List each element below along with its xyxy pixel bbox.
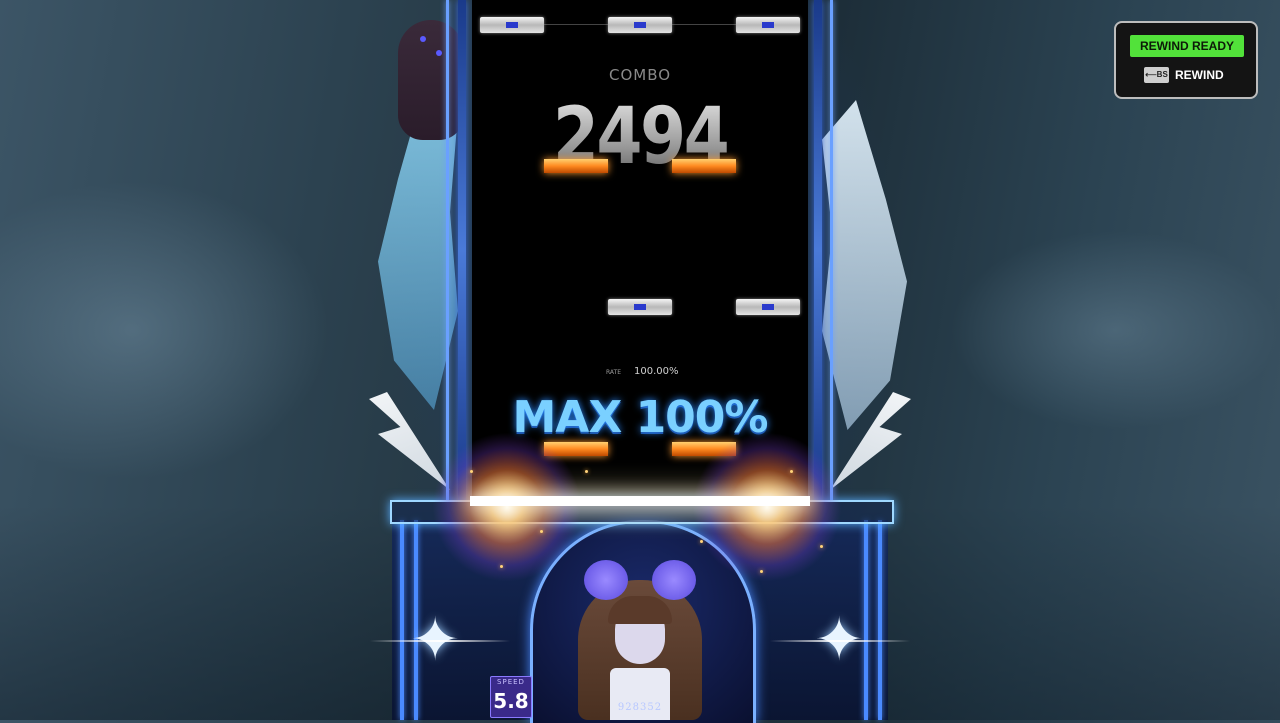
speed-label: SPEED [497,678,525,686]
snake-eye [436,50,442,56]
rate-label: RATE [606,369,622,376]
speed-value: 5.8 [493,689,529,713]
note [480,17,544,33]
deck-stripe [878,520,882,720]
spark [820,545,823,548]
judgement-text: MAX 100% [512,392,768,443]
flower-ornament [652,560,696,600]
rail-left [458,0,466,500]
note [608,17,672,33]
judge-marker [544,159,608,173]
flower-ornament [584,560,628,600]
spark [500,565,503,568]
rate-value: 100.00% [634,366,679,377]
rail-left-thin [446,0,449,500]
character-bangs [608,596,672,624]
judge-marker [672,159,736,173]
note [736,299,800,315]
snake-eye [420,36,426,42]
rail-right [814,0,822,500]
spark [700,540,703,543]
deck-stripe [400,520,404,720]
judge-line [470,496,810,506]
note [608,299,672,315]
spark [585,470,588,473]
hit-burst-effect [432,432,582,582]
spark [540,530,543,533]
spark [760,570,763,573]
rail-right-thin [830,0,833,500]
light-flare [770,640,910,642]
character-portrait [578,560,702,720]
rewind-ready-badge: REWIND READY [1130,35,1244,57]
backspace-key-icon: ⟵BS [1144,67,1169,83]
note [736,17,800,33]
rate-display: RATE 100.00% [606,366,726,380]
rewind-panel: REWIND READY ⟵BS REWIND [1114,21,1258,99]
spark [790,470,793,473]
combo-label: COMBO [608,66,672,84]
deck-stripe [864,520,868,720]
hit-burst-effect [692,432,842,582]
snake-ornament [398,20,464,140]
score-display: 928352 [617,702,663,713]
speed-indicator: SPEED 5.8 [490,676,532,718]
light-flare [370,640,510,642]
rewind-button[interactable]: REWIND [1175,66,1224,84]
spark [470,470,473,473]
